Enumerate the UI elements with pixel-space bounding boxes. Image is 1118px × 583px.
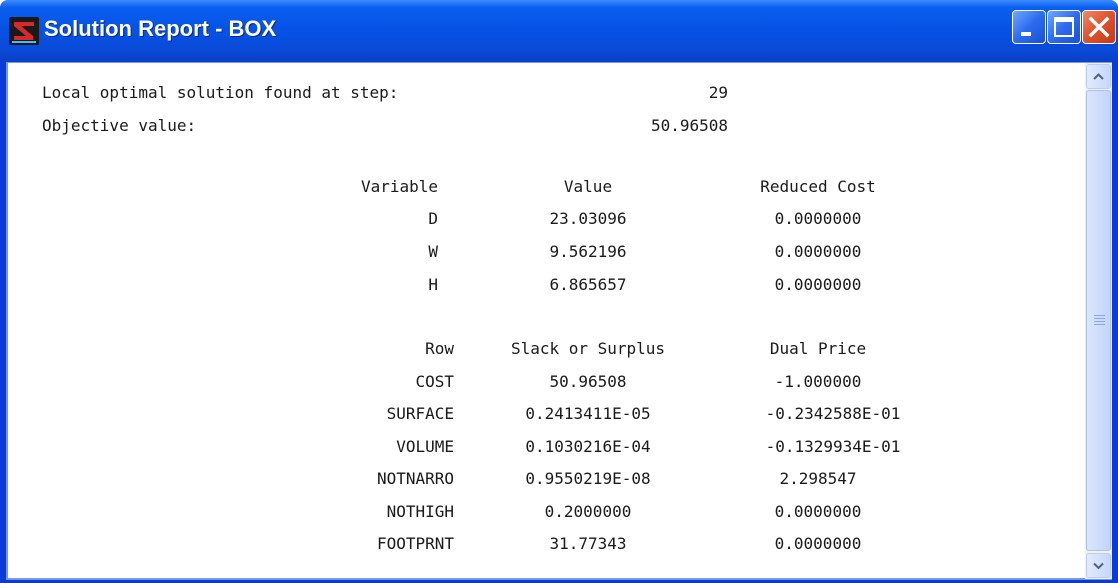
close-button[interactable] <box>1082 10 1116 44</box>
row-name: COST <box>415 372 454 391</box>
thumb-grip <box>1094 315 1105 316</box>
window-title: Solution Report - BOX <box>44 16 277 41</box>
variable-reduced-cost: 0.0000000 <box>774 275 862 294</box>
row-slack: 0.2000000 <box>544 502 632 521</box>
step-value: 29 <box>708 83 728 102</box>
row-slack: 0.2413411E-05 <box>525 404 651 423</box>
variable-value: 9.562196 <box>549 242 627 261</box>
step-label: Local optimal solution found at step: <box>42 83 399 102</box>
slack-surplus-column-header: Slack or Surplus <box>510 339 666 358</box>
variable-reduced-cost: 0.0000000 <box>774 209 862 228</box>
report-text: Local optimal solution found at step: 29… <box>8 63 1084 579</box>
row-name: VOLUME <box>396 437 454 456</box>
maximize-button[interactable] <box>1047 10 1081 44</box>
scroll-up-button[interactable] <box>1086 64 1111 89</box>
variable-reduced-cost: 0.0000000 <box>774 242 862 261</box>
row-name: NOTHIGH <box>386 502 454 521</box>
reduced-cost-column-header: Reduced Cost <box>760 177 876 196</box>
variable-name: W <box>428 242 438 261</box>
thumb-grip <box>1094 318 1105 319</box>
dual-price-column-header: Dual Price <box>769 339 867 358</box>
row-slack: 0.9550219E-08 <box>525 469 651 488</box>
row-slack: 31.77343 <box>549 534 627 553</box>
row-dual-price: 2.298547 <box>779 469 857 488</box>
thumb-grip <box>1094 324 1105 325</box>
report-pane[interactable]: Local optimal solution found at step: 29… <box>6 62 1112 580</box>
title-bar[interactable]: Solution Report - BOX <box>0 0 1118 62</box>
row-name: FOOTPRNT <box>376 534 454 553</box>
row-column-header: Row <box>425 339 454 358</box>
solution-report-window: Solution Report - BOX Local optimal solu… <box>0 0 1118 583</box>
scroll-down-button[interactable] <box>1086 553 1111 578</box>
minimize-icon <box>1021 32 1031 36</box>
row-dual-price: 0.0000000 <box>774 534 862 553</box>
variable-column-header: Variable <box>360 177 438 196</box>
variable-value: 23.03096 <box>549 209 627 228</box>
row-dual-price: -1.000000 <box>774 372 862 391</box>
row-dual-price: -0.2342588E-01 <box>765 404 901 423</box>
lingo-app-icon <box>9 17 39 45</box>
vertical-scrollbar[interactable] <box>1085 63 1112 579</box>
minimize-button[interactable] <box>1012 10 1046 44</box>
row-name: NOTNARRO <box>376 469 454 488</box>
row-dual-price: -0.1329934E-01 <box>765 437 901 456</box>
variable-name: H <box>428 275 438 294</box>
chevron-up-icon <box>1093 73 1104 80</box>
row-slack: 0.1030216E-04 <box>525 437 651 456</box>
maximize-icon <box>1054 17 1074 37</box>
row-slack: 50.96508 <box>549 372 627 391</box>
chevron-down-icon <box>1093 562 1104 570</box>
close-icon <box>1088 16 1110 38</box>
value-column-header: Value <box>563 177 613 196</box>
objective-value: 50.96508 <box>650 116 728 135</box>
scroll-thumb[interactable] <box>1086 90 1111 551</box>
row-dual-price: 0.0000000 <box>774 502 862 521</box>
variable-value: 6.865657 <box>549 275 627 294</box>
row-name: SURFACE <box>386 404 454 423</box>
thumb-grip <box>1094 321 1105 322</box>
variable-name: D <box>428 209 438 228</box>
objective-label: Objective value: <box>42 116 197 135</box>
